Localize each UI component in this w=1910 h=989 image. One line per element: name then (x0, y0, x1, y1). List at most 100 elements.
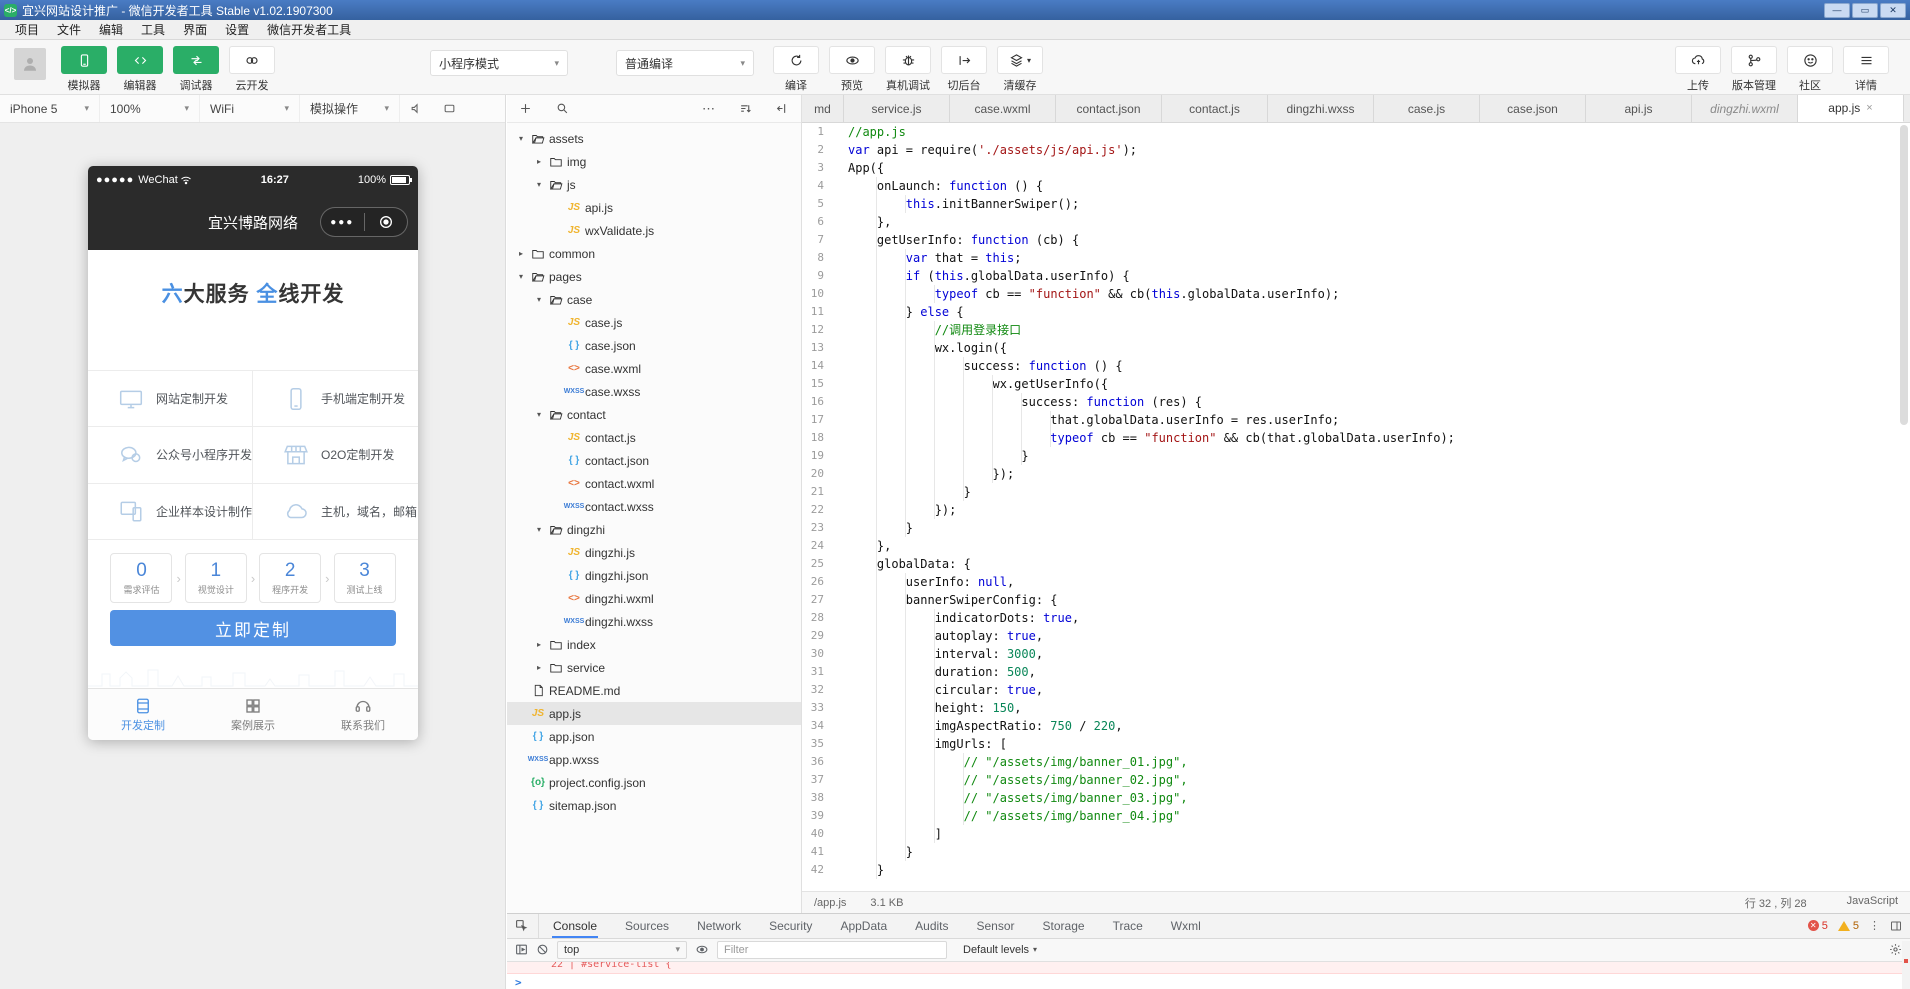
toolbar-button-clouddev[interactable]: 云开发 (229, 46, 275, 93)
log-levels-select[interactable]: Default levels▾ (963, 944, 1037, 956)
collapse-panel-icon[interactable] (764, 102, 801, 115)
phone-tab-headset[interactable]: 联系我们 (308, 689, 418, 740)
editor-tab-contact.js[interactable]: contact.js (1162, 95, 1268, 122)
tree-item-contact.js[interactable]: JScontact.js (507, 426, 801, 449)
zoom-select[interactable]: 100%▾ (100, 95, 200, 122)
clear-console-icon[interactable] (536, 943, 549, 956)
toolbar-button-community[interactable]: 社区 (1787, 46, 1833, 93)
console-error-message[interactable]: 22 | #service-list { (507, 962, 1910, 974)
editor-tab-service.js[interactable]: service.js (844, 95, 950, 122)
tree-item-index[interactable]: ▸index (507, 633, 801, 656)
chevron-right-icon[interactable]: ▸ (533, 640, 545, 649)
editor-tab-contact.json[interactable]: contact.json (1056, 95, 1162, 122)
console-sidebar-icon[interactable] (515, 943, 528, 956)
phone-simulator[interactable]: ●●●●● WeChat 16:27 100% 宜兴博路网络 ●●● (88, 166, 418, 740)
devtools-tab-storage[interactable]: Storage (1042, 914, 1086, 938)
tree-item-app.wxss[interactable]: WXSSapp.wxss (507, 748, 801, 771)
close-tab-icon[interactable]: × (1866, 102, 1872, 114)
chevron-down-icon[interactable]: ▾ (515, 272, 527, 281)
toolbar-button-branch[interactable]: 版本管理 (1731, 46, 1777, 93)
devtools-tab-network[interactable]: Network (696, 914, 742, 938)
tree-item-common[interactable]: ▸common (507, 242, 801, 265)
tree-item-dingzhi.wxml[interactable]: <>dingzhi.wxml (507, 587, 801, 610)
editor-tab-case.js[interactable]: case.js (1374, 95, 1480, 122)
menu-微信开发者工具[interactable]: 微信开发者工具 (258, 20, 360, 39)
dock-side-icon[interactable] (1890, 920, 1902, 932)
console-settings-gear-icon[interactable] (1889, 943, 1902, 956)
devtools-tab-console[interactable]: Console (552, 914, 598, 938)
menu-界面[interactable]: 界面 (174, 20, 216, 39)
editor-tab-md[interactable]: md (802, 95, 844, 122)
phone-tab-app[interactable]: 开发定制 (88, 689, 198, 740)
mode-select[interactable]: 小程序模式 ▾ (430, 50, 568, 76)
devtools-tab-sensor[interactable]: Sensor (976, 914, 1016, 938)
live-expression-icon[interactable] (695, 943, 709, 956)
toolbar-button-bug[interactable]: 真机调试 (885, 46, 931, 93)
tree-item-sitemap.json[interactable]: { }sitemap.json (507, 794, 801, 817)
new-file-icon[interactable] (507, 102, 544, 115)
warning-count-badge[interactable]: 5 (1838, 920, 1859, 932)
chevron-right-icon[interactable]: ▸ (533, 663, 545, 672)
devtools-tab-sources[interactable]: Sources (624, 914, 670, 938)
tree-item-case.json[interactable]: { }case.json (507, 334, 801, 357)
toolbar-button-code[interactable]: 编辑器 (117, 46, 163, 93)
tree-item-dingzhi.wxss[interactable]: WXSSdingzhi.wxss (507, 610, 801, 633)
status-language[interactable]: JavaScript (1847, 895, 1898, 911)
menu-设置[interactable]: 设置 (216, 20, 258, 39)
simulate-actions-select[interactable]: 模拟操作▾ (300, 95, 400, 122)
code-area[interactable]: 1//app.js2var api = require('./assets/js… (802, 123, 1910, 891)
tree-item-case.js[interactable]: JScase.js (507, 311, 801, 334)
chevron-down-icon[interactable]: ▾ (533, 295, 545, 304)
editor-tab-case.wxml[interactable]: case.wxml (950, 95, 1056, 122)
sort-icon[interactable] (727, 102, 764, 115)
service-item-docs[interactable]: 企业样本设计制作 (88, 484, 253, 540)
devtools-tab-appdata[interactable]: AppData (839, 914, 888, 938)
network-select[interactable]: WiFi▾ (200, 95, 300, 122)
toolbar-button-sim[interactable]: 模拟器 (61, 46, 107, 93)
service-item-phone[interactable]: 手机端定制开发 (253, 371, 418, 427)
menu-文件[interactable]: 文件 (48, 20, 90, 39)
maximize-button[interactable]: ▭ (1852, 3, 1878, 18)
chevron-down-icon[interactable]: ▾ (533, 525, 545, 534)
devtools-menu-icon[interactable]: ⋮ (1869, 919, 1880, 932)
toolbar-button-cache[interactable]: ▾清缓存 (997, 46, 1043, 93)
tree-item-README.md[interactable]: README.md (507, 679, 801, 702)
service-item-shop[interactable]: O2O定制开发 (253, 427, 418, 483)
editor-tab-case.json[interactable]: case.json (1480, 95, 1586, 122)
menu-工具[interactable]: 工具 (132, 20, 174, 39)
devtools-tab-trace[interactable]: Trace (1112, 914, 1144, 938)
toolbar-button-refresh[interactable]: 编译 (773, 46, 819, 93)
tree-item-app.json[interactable]: { }app.json (507, 725, 801, 748)
editor-tab-api.js[interactable]: api.js (1586, 95, 1692, 122)
close-button[interactable]: ✕ (1880, 3, 1906, 18)
phone-tab-grid[interactable]: 案例展示 (198, 689, 308, 740)
error-count-badge[interactable]: ✕5 (1808, 920, 1828, 932)
tree-item-contact.json[interactable]: { }contact.json (507, 449, 801, 472)
menu-项目[interactable]: 项目 (6, 20, 48, 39)
tree-item-case.wxss[interactable]: WXSScase.wxss (507, 380, 801, 403)
tree-item-contact.wxml[interactable]: <>contact.wxml (507, 472, 801, 495)
chevron-down-icon[interactable]: ▾ (515, 134, 527, 143)
tree-item-wxValidate.js[interactable]: JSwxValidate.js (507, 219, 801, 242)
console-filter-input[interactable]: Filter (717, 941, 947, 959)
tree-item-dingzhi.json[interactable]: { }dingzhi.json (507, 564, 801, 587)
execution-context-select[interactable]: top▾ (557, 941, 687, 959)
devtools-tab-security[interactable]: Security (768, 914, 813, 938)
menu-编辑[interactable]: 编辑 (90, 20, 132, 39)
toolbar-button-debug[interactable]: 调试器 (173, 46, 219, 93)
tree-item-project.config.json[interactable]: {o}project.config.json (507, 771, 801, 794)
toolbar-button-upload[interactable]: 上传 (1675, 46, 1721, 93)
console-prompt[interactable]: > (507, 974, 1910, 989)
device-select[interactable]: iPhone 5▾ (0, 95, 100, 122)
editor-tab-dingzhi.wxss[interactable]: dingzhi.wxss (1268, 95, 1374, 122)
service-item-monitor[interactable]: 网站定制开发 (88, 371, 253, 427)
chevron-right-icon[interactable]: ▸ (515, 249, 527, 258)
screenshot-icon[interactable] (433, 95, 466, 122)
search-icon[interactable] (544, 102, 581, 115)
user-avatar[interactable] (14, 48, 46, 80)
tree-item-case[interactable]: ▾case (507, 288, 801, 311)
tree-item-dingzhi[interactable]: ▾dingzhi (507, 518, 801, 541)
console-scrollbar[interactable] (1902, 941, 1910, 989)
minimize-button[interactable]: — (1824, 3, 1850, 18)
sound-icon[interactable] (400, 95, 433, 122)
